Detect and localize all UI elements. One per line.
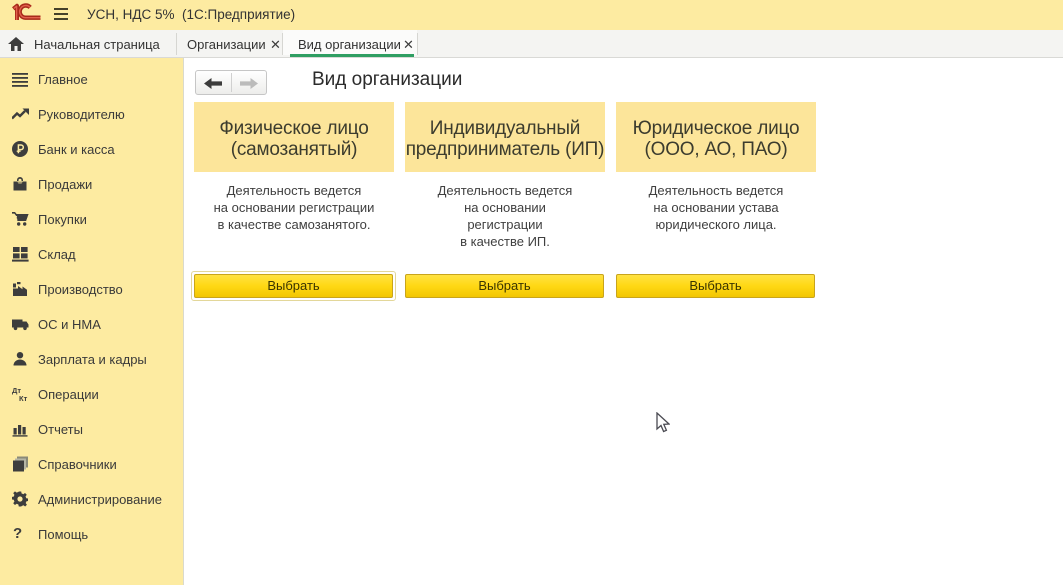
svg-text:Кт: Кт bbox=[19, 394, 28, 403]
